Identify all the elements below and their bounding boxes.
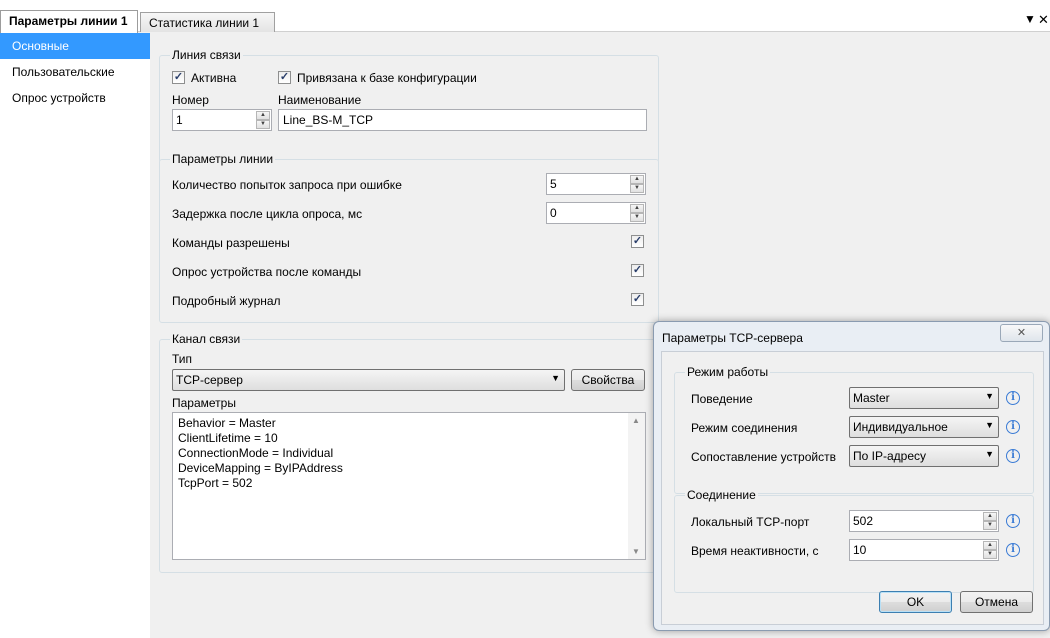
sidebar-item-device-polling[interactable]: Опрос устройств bbox=[0, 85, 150, 111]
name-label: Наименование bbox=[278, 93, 362, 107]
active-label: Активна bbox=[191, 71, 237, 85]
spin-down-icon[interactable]: ▼ bbox=[983, 521, 997, 530]
chevron-down-icon: ▼ bbox=[985, 420, 994, 430]
connection-group-title: Соединение bbox=[685, 488, 758, 502]
connection-mode-select[interactable]: Индивидуальное ▼ bbox=[849, 416, 999, 438]
name-input[interactable]: Line_BS-M_TCP bbox=[278, 109, 647, 131]
connection-mode-label: Режим соединения bbox=[691, 421, 798, 435]
params-scrollbar[interactable]: ▲ ▼ bbox=[628, 413, 645, 559]
connection-group: Соединение Локальный TCP-порт 502 ▲ ▼ i … bbox=[674, 488, 1034, 593]
params-line: TcpPort = 502 bbox=[178, 476, 253, 490]
params-line: DeviceMapping = ByIPAddress bbox=[178, 461, 343, 475]
channel-group: Канал связи Тип TCP-сервер ▼ Свойства Па… bbox=[159, 332, 659, 573]
mode-group-title: Режим работы bbox=[685, 365, 771, 379]
device-mapping-select[interactable]: По IP-адресу ▼ bbox=[849, 445, 999, 467]
idle-time-value: 10 bbox=[853, 543, 867, 557]
device-mapping-value: По IP-адресу bbox=[853, 449, 926, 463]
local-port-value: 502 bbox=[853, 514, 874, 528]
info-icon[interactable]: i bbox=[1006, 420, 1020, 434]
bound-to-config-label: Привязана к базе конфигурации bbox=[297, 71, 477, 85]
properties-button[interactable]: Свойства bbox=[571, 369, 645, 391]
channel-group-title: Канал связи bbox=[170, 332, 243, 346]
line-params-group: Параметры линии Количество попыток запро… bbox=[159, 152, 659, 323]
number-label: Номер bbox=[172, 93, 209, 107]
delay-spinner[interactable]: 0 ▲ ▼ bbox=[546, 202, 646, 224]
comm-line-group-title: Линия связи bbox=[170, 48, 243, 62]
tab-line-params[interactable]: Параметры линии 1 bbox=[0, 10, 138, 33]
spin-down-icon[interactable]: ▼ bbox=[630, 213, 644, 222]
idle-time-label: Время неактивности, с bbox=[691, 544, 819, 558]
params-line: ClientLifetime = 10 bbox=[178, 431, 278, 445]
params-line: ConnectionMode = Individual bbox=[178, 446, 334, 460]
dialog-title: Параметры TCP-сервера bbox=[662, 331, 803, 345]
params-line: Behavior = Master bbox=[178, 416, 276, 430]
behavior-select[interactable]: Master ▼ bbox=[849, 387, 999, 409]
params-textarea[interactable]: Behavior = Master ClientLifetime = 10 Co… bbox=[172, 412, 646, 560]
number-spinner[interactable]: 1 ▲ ▼ bbox=[172, 109, 272, 131]
tab-close-icon[interactable]: ✕ bbox=[1038, 12, 1049, 28]
params-label: Параметры bbox=[172, 396, 236, 410]
poll-after-command-label: Опрос устройства после команды bbox=[172, 265, 362, 279]
poll-after-command-checkbox[interactable]: ✓ bbox=[631, 264, 644, 277]
info-icon[interactable]: i bbox=[1006, 449, 1020, 463]
sidebar-item-custom[interactable]: Пользовательские bbox=[0, 59, 150, 85]
mode-group: Режим работы Поведение Master ▼ i Режим … bbox=[674, 365, 1034, 494]
dialog-body: Режим работы Поведение Master ▼ i Режим … bbox=[661, 351, 1044, 625]
behavior-label: Поведение bbox=[691, 392, 753, 406]
idle-time-spinner[interactable]: 10 ▲ ▼ bbox=[849, 539, 999, 561]
tab-menu-icon[interactable]: ▼ bbox=[1024, 12, 1036, 26]
detailed-log-label: Подробный журнал bbox=[172, 294, 281, 308]
retries-value: 5 bbox=[550, 177, 557, 191]
chevron-down-icon: ▼ bbox=[985, 449, 994, 459]
info-icon[interactable]: i bbox=[1006, 514, 1020, 528]
line-params-group-title: Параметры линии bbox=[170, 152, 276, 166]
delay-value: 0 bbox=[550, 206, 557, 220]
close-icon[interactable]: ✕ bbox=[1000, 324, 1043, 342]
cancel-button[interactable]: Отмена bbox=[960, 591, 1033, 613]
spin-up-icon[interactable]: ▲ bbox=[256, 111, 270, 120]
local-port-label: Локальный TCP-порт bbox=[691, 515, 810, 529]
connection-mode-value: Индивидуальное bbox=[853, 420, 948, 434]
detailed-log-checkbox[interactable]: ✓ bbox=[631, 293, 644, 306]
commands-enabled-checkbox[interactable]: ✓ bbox=[631, 235, 644, 248]
spin-up-icon[interactable]: ▲ bbox=[983, 512, 997, 521]
behavior-value: Master bbox=[853, 391, 890, 405]
delay-label: Задержка после цикла опроса, мс bbox=[172, 207, 363, 221]
scroll-down-icon[interactable]: ▼ bbox=[632, 547, 640, 556]
type-label: Тип bbox=[172, 352, 193, 366]
spin-down-icon[interactable]: ▼ bbox=[983, 550, 997, 559]
scroll-up-icon[interactable]: ▲ bbox=[632, 416, 640, 425]
device-mapping-label: Сопоставление устройств bbox=[691, 450, 836, 464]
active-checkbox[interactable]: ✓ bbox=[172, 71, 185, 84]
channel-type-value: TCP-сервер bbox=[176, 373, 243, 387]
info-icon[interactable]: i bbox=[1006, 391, 1020, 405]
spin-up-icon[interactable]: ▲ bbox=[630, 175, 644, 184]
spin-up-icon[interactable]: ▲ bbox=[983, 541, 997, 550]
bound-to-config-checkbox[interactable]: ✓ bbox=[278, 71, 291, 84]
document-tab-strip: Параметры линии 1 Статистика линии 1 ▼ ✕ bbox=[0, 0, 1050, 33]
spin-down-icon[interactable]: ▼ bbox=[630, 184, 644, 193]
commands-enabled-label: Команды разрешены bbox=[172, 236, 290, 250]
chevron-down-icon: ▼ bbox=[551, 373, 560, 383]
retries-spinner[interactable]: 5 ▲ ▼ bbox=[546, 173, 646, 195]
tab-line-stats[interactable]: Статистика линии 1 bbox=[140, 12, 275, 32]
local-port-spinner[interactable]: 502 ▲ ▼ bbox=[849, 510, 999, 532]
ok-button[interactable]: OK bbox=[879, 591, 952, 613]
tcp-server-dialog: Параметры TCP-сервера ✕ Режим работы Пов… bbox=[653, 321, 1050, 631]
channel-type-select[interactable]: TCP-сервер ▼ bbox=[172, 369, 565, 391]
retries-label: Количество попыток запроса при ошибке bbox=[172, 178, 402, 192]
info-icon[interactable]: i bbox=[1006, 543, 1020, 557]
sidebar: Основные Пользовательские Опрос устройст… bbox=[0, 33, 150, 638]
sidebar-item-general[interactable]: Основные bbox=[0, 33, 150, 59]
spin-down-icon[interactable]: ▼ bbox=[256, 120, 270, 129]
spin-up-icon[interactable]: ▲ bbox=[630, 204, 644, 213]
chevron-down-icon: ▼ bbox=[985, 391, 994, 401]
number-value: 1 bbox=[176, 113, 183, 127]
